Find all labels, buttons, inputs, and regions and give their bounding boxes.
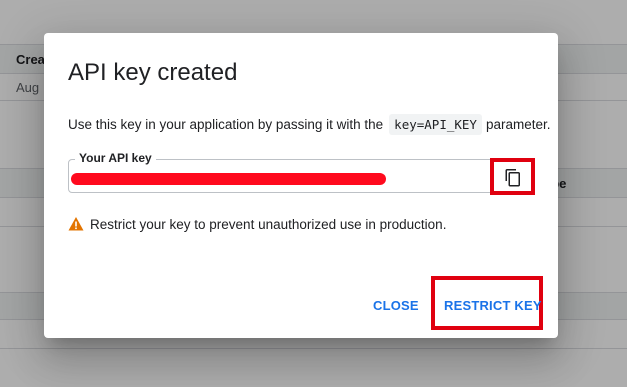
api-key-field-label: Your API key [75,151,156,165]
restrict-warning: Restrict your key to prevent unauthorize… [68,216,446,232]
api-key-created-dialog: API key created Use this key in your app… [44,33,558,338]
description-code: key=API_KEY [389,114,482,135]
description-suffix: parameter. [485,117,551,132]
warning-icon [68,216,84,232]
warning-text: Restrict your key to prevent unauthorize… [90,216,447,232]
dialog-description: Use this key in your application by pass… [68,114,551,135]
close-button[interactable]: CLOSE [373,298,419,313]
api-key-field[interactable]: Your API key [68,151,535,193]
dialog-title: API key created [68,59,238,86]
api-key-value-redacted[interactable] [71,173,386,185]
restrict-key-button[interactable]: RESTRICT KEY [444,298,542,313]
copy-icon [505,169,520,187]
copy-button[interactable] [502,167,524,189]
description-text: Use this key in your application by pass… [68,117,384,132]
